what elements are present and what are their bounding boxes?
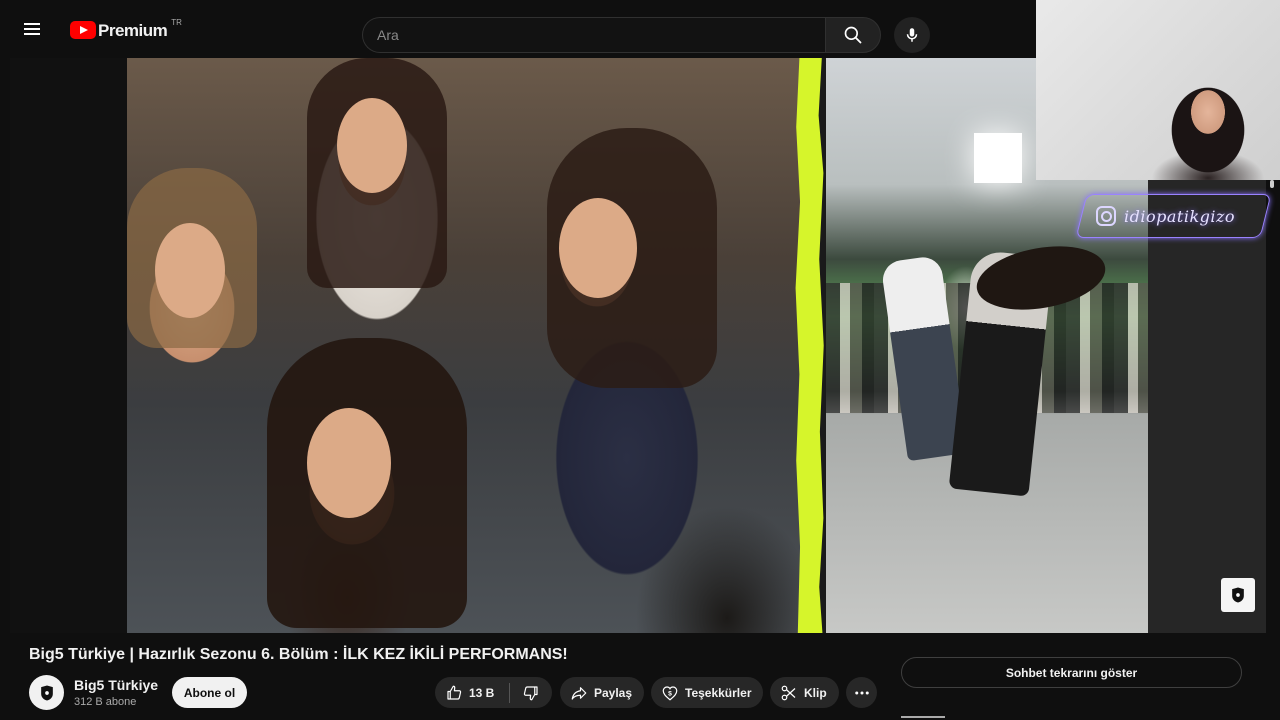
show-chat-replay-button[interactable]: Sohbet tekrarını göster: [901, 657, 1242, 688]
share-button[interactable]: Paylaş: [560, 677, 644, 708]
thumbs-up-icon: [447, 685, 462, 700]
subscribe-button[interactable]: Abone ol: [172, 677, 247, 708]
channel-watermark-button[interactable]: [1221, 578, 1255, 612]
menu-icon[interactable]: [24, 20, 48, 44]
chip-underline: [901, 716, 945, 718]
masthead: Premium TR: [0, 0, 1036, 58]
video-frame-audience: [127, 58, 807, 633]
youtube-play-icon: [70, 21, 96, 39]
watermark-handle: idiopatikgizo: [1124, 206, 1236, 226]
search-icon: [844, 26, 862, 44]
more-actions-button[interactable]: [846, 677, 877, 708]
video-title: Big5 Türkiye | Hazırlık Sezonu 6. Bölüm …: [29, 646, 568, 663]
like-dislike-group: 13 B: [435, 677, 552, 708]
youtube-premium-logo[interactable]: Premium TR: [70, 18, 182, 40]
scissors-icon: [781, 685, 796, 700]
channel-name[interactable]: Big5 Türkiye: [74, 677, 158, 693]
share-icon: [571, 686, 587, 700]
region-code: TR: [171, 18, 182, 27]
thanks-button[interactable]: $ Teşekkürler: [651, 677, 763, 708]
share-label: Paylaş: [594, 685, 633, 700]
microphone-icon: [906, 28, 918, 42]
voice-search-button[interactable]: [894, 17, 930, 53]
brand-text: Premium: [98, 21, 168, 40]
like-button[interactable]: 13 B: [435, 677, 509, 708]
big5-logo-icon: [1232, 587, 1244, 603]
instagram-watermark: idiopatikgizo: [1075, 194, 1272, 238]
video-letterbox-left: [10, 58, 127, 633]
like-count: 13 B: [469, 685, 495, 700]
search-button[interactable]: [825, 17, 881, 53]
super-thanks-icon: $: [662, 685, 678, 701]
channel-avatar[interactable]: [29, 675, 64, 710]
thanks-label: Teşekkürler: [685, 685, 752, 700]
search-input[interactable]: [362, 17, 825, 53]
thumbs-down-icon: [523, 685, 538, 700]
big5-logo-icon: [40, 685, 53, 700]
clip-label: Klip: [804, 685, 827, 700]
dislike-button[interactable]: [510, 677, 552, 708]
scrollbar-thumb[interactable]: [1270, 180, 1274, 188]
more-horizontal-icon: [854, 691, 869, 694]
search-bar: [362, 17, 881, 53]
svg-text:$: $: [668, 690, 672, 697]
instagram-icon: [1096, 206, 1116, 226]
clip-button[interactable]: Klip: [770, 677, 839, 708]
streamer-webcam: [1036, 0, 1280, 180]
subscriber-count: 312 B abone: [74, 696, 137, 708]
